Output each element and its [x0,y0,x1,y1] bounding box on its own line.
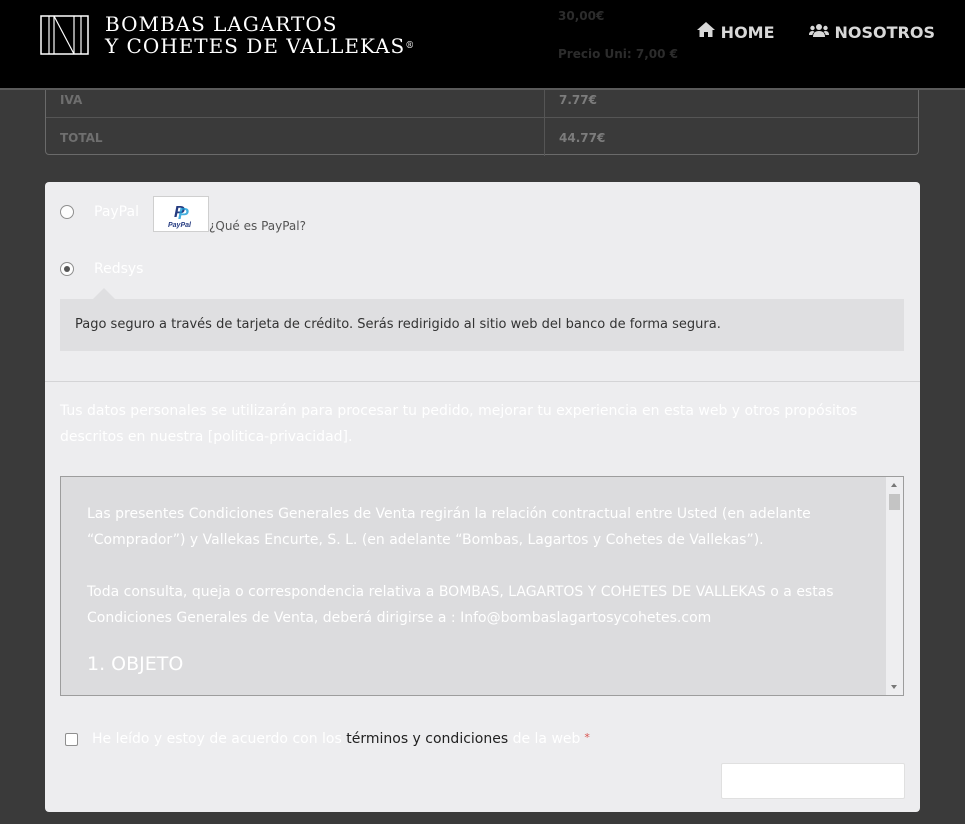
accept-prefix: He leído y estoy de acuerdo con los [92,731,342,747]
terms-scroll-box[interactable]: Las presentes Condiciones Generales de V… [60,476,904,696]
ghost-price: 30,00€ [558,9,605,23]
table-row: TOTAL 44.77€ [46,117,918,156]
nav-nosotros[interactable]: NOSOTROS [808,22,935,42]
scroll-thumb[interactable] [889,494,900,510]
contact-email: Info@bombaslagartosycohetes.com [460,610,712,626]
home-icon [696,22,715,37]
registered-mark: ® [405,41,416,51]
place-order-button[interactable] [721,763,905,799]
redsys-option[interactable]: Redsys [60,261,143,277]
ghost-unit-price: Precio Uni: 7,00 € [558,47,679,61]
main-nav: HOME NOSOTROS [696,22,935,42]
iva-value: 7.77€ [559,93,597,107]
nav-home[interactable]: HOME [696,22,775,42]
site-header: 30,00€ Precio Uni: 7,00 € BOMBAS LAGARTO… [0,0,965,90]
terms-acceptance: He leído y estoy de acuerdo con los térm… [65,731,590,747]
divider [45,381,920,382]
paypal-radio[interactable] [60,205,74,219]
redsys-description: Pago seguro a través de tarjeta de crédi… [75,317,721,332]
redsys-radio[interactable] [60,262,74,276]
terms-link[interactable]: términos y condiciones [346,731,508,747]
privacy-notice: Tus datos personales se utilizarán para … [60,403,858,445]
nav-nosotros-label: NOSOTROS [834,23,935,42]
total-value: 44.77€ [559,131,606,145]
svg-text:P: P [178,206,189,223]
logo-line-1: BOMBAS LAGARTOS [105,12,338,36]
accept-suffix: de la web [512,731,581,747]
logo-mark-icon [40,15,89,55]
users-icon [808,24,829,37]
logo-line-2: Y COHETES DE VALLEKAS [105,34,406,58]
terms-scrollbar[interactable] [886,477,903,695]
redsys-description-box: Pago seguro a través de tarjeta de crédi… [60,288,904,351]
paypal-option[interactable]: PayPal [60,204,139,220]
terms-checkbox[interactable] [65,732,78,746]
redsys-label[interactable]: Redsys [94,261,143,277]
total-label: TOTAL [60,131,103,145]
terms-heading: 1. OBJETO [87,653,184,675]
nav-home-label: HOME [720,23,775,42]
what-is-paypal-link[interactable]: ¿Qué es PayPal? [209,219,306,233]
required-mark: * [584,731,590,744]
paypal-label[interactable]: PayPal [94,204,139,220]
paypal-logo: P P PayPal [153,196,209,232]
paypal-logo-text: PayPal [168,222,192,229]
scroll-up-arrow-icon[interactable] [891,483,897,487]
site-logo[interactable]: BOMBAS LAGARTOS Y COHETES DE VALLEKAS® [40,13,415,57]
payment-card: PayPal P P PayPal ¿Qué es PayPal? Redsys… [45,182,920,812]
scroll-down-arrow-icon[interactable] [891,685,897,689]
iva-label: IVA [60,93,83,107]
terms-paragraph-1: Las presentes Condiciones Generales de V… [87,506,811,548]
